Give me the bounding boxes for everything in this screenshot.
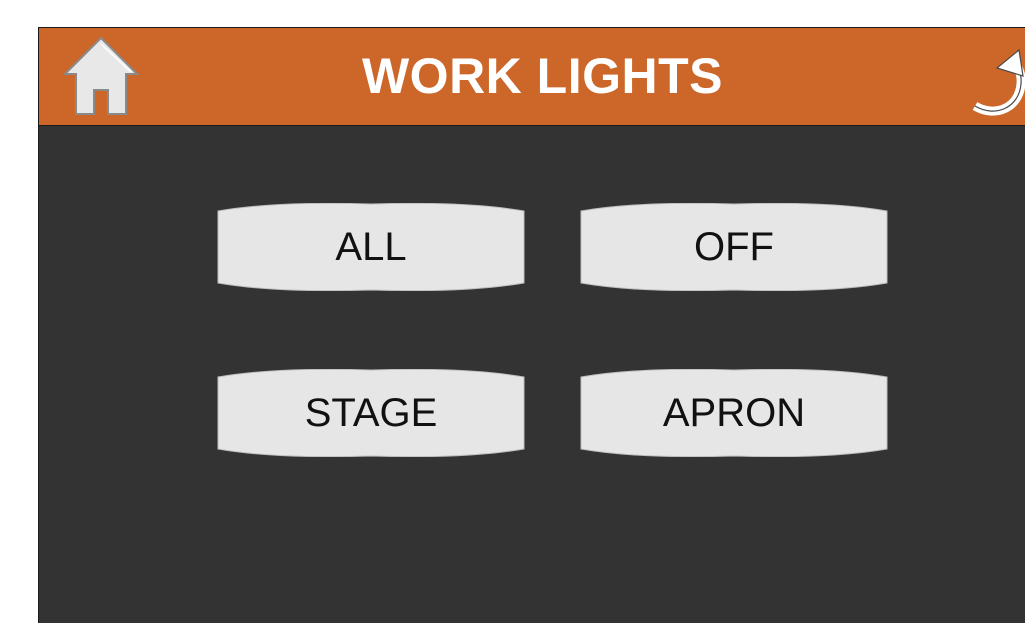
- stage-button-label: STAGE: [304, 391, 438, 435]
- all-button-label: ALL: [335, 225, 407, 269]
- off-button-label: OFF: [694, 225, 774, 269]
- back-arrow-icon: [972, 48, 1025, 116]
- back-button[interactable]: [967, 46, 1025, 116]
- off-button[interactable]: OFF: [579, 203, 889, 291]
- page-title: WORK LIGHTS: [361, 48, 724, 104]
- header-bar: WORK LIGHTS: [39, 28, 1025, 126]
- all-button[interactable]: ALL: [216, 203, 526, 291]
- stage-button[interactable]: STAGE: [216, 369, 526, 457]
- work-lights-panel: WORK LIGHTS ALL OFF STAGE APRON: [38, 27, 1025, 623]
- apron-button-label: APRON: [662, 391, 806, 435]
- apron-button[interactable]: APRON: [579, 369, 889, 457]
